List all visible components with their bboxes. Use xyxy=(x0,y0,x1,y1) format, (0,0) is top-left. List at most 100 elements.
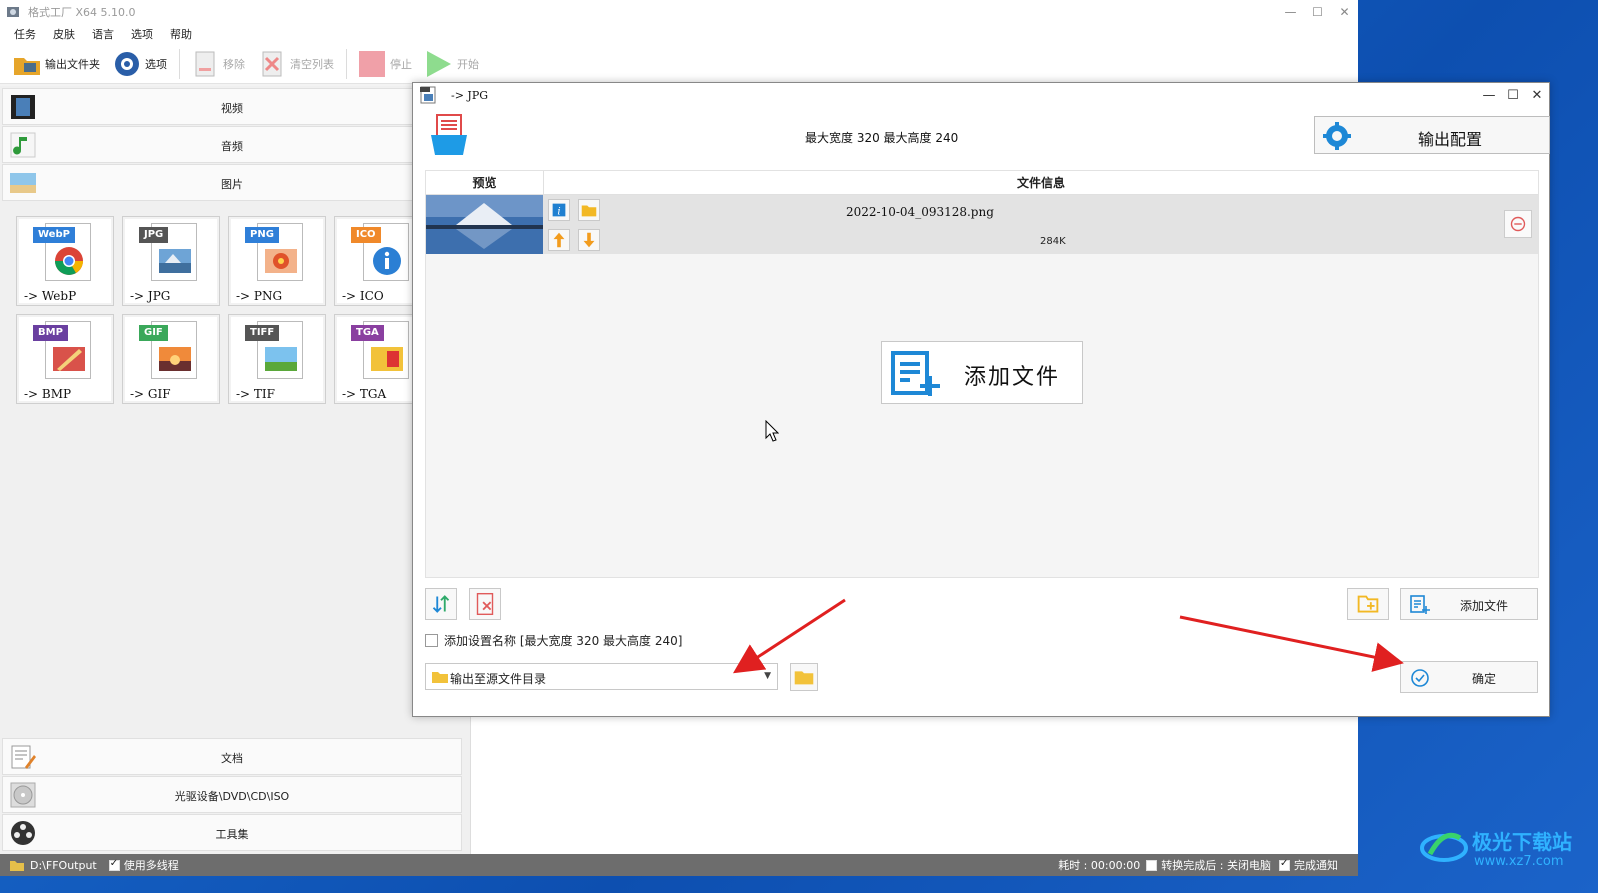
mouse-cursor-icon xyxy=(765,420,779,442)
dialog-maximize-icon[interactable]: ☐ xyxy=(1501,88,1525,103)
menu-help[interactable]: 帮助 xyxy=(170,26,192,42)
output-target-value: 输出至源文件目录 xyxy=(450,672,547,686)
ok-label: 确定 xyxy=(1471,672,1496,686)
main-window-title: 格式工厂 X64 5.10.0 xyxy=(28,6,136,19)
watermark-logo-icon xyxy=(1420,832,1468,862)
close-icon[interactable]: ✕ xyxy=(1331,5,1358,19)
output-target-select[interactable]: 输出至源文件目录 ▼ xyxy=(425,663,778,690)
folder-icon xyxy=(794,671,814,685)
maximize-icon[interactable]: ☐ xyxy=(1304,5,1331,19)
watermark-url: www.xz7.com xyxy=(1474,854,1564,869)
category-tools-label: 工具集 xyxy=(215,828,249,841)
remove-button[interactable]: 移除 xyxy=(190,49,245,79)
start-button[interactable]: 开始 xyxy=(424,49,479,79)
paint-brush-icon xyxy=(53,347,85,371)
dialog-title-bar: -> JPG — ☐ ✕ xyxy=(413,83,1549,107)
remove-label: 移除 xyxy=(223,57,245,71)
clear-list-button[interactable]: 清空列表 xyxy=(257,49,334,79)
category-audio[interactable]: 音频 xyxy=(2,126,462,163)
output-path[interactable]: D:\FFOutput xyxy=(30,859,97,872)
menu-options[interactable]: 选项 xyxy=(131,26,153,42)
options-button[interactable]: 选项 xyxy=(112,49,167,79)
svg-text:i: i xyxy=(557,207,560,218)
format-badge: ICO xyxy=(351,227,381,243)
file-list-icon xyxy=(431,114,467,155)
notify-label: 完成通知 xyxy=(1294,859,1338,872)
category-document[interactable]: 文档 xyxy=(2,738,462,775)
file-row[interactable]: i 2022-10-04_093128.png 284K xyxy=(426,195,1538,254)
add-file-icon xyxy=(891,351,940,396)
info-icon: i xyxy=(552,203,566,218)
multithread-checkbox[interactable] xyxy=(108,858,120,871)
sort-icon xyxy=(432,595,450,613)
category-document-label: 文档 xyxy=(221,752,243,765)
sort-button[interactable] xyxy=(425,588,457,620)
category-image[interactable]: 图片 xyxy=(2,164,462,201)
file-info-button[interactable]: i xyxy=(548,199,570,221)
add-file-large-button[interactable]: 添加文件 xyxy=(881,341,1083,404)
clear-list-icon xyxy=(476,592,494,616)
file-size: 284K xyxy=(1040,236,1066,247)
add-file-button[interactable]: 添加文件 xyxy=(1400,588,1538,620)
multithread-label: 使用多线程 xyxy=(123,859,179,872)
menu-task[interactable]: 任务 xyxy=(14,26,36,42)
multithread-toggle[interactable]: 使用多线程 xyxy=(108,857,179,873)
landscape-icon xyxy=(159,249,191,273)
output-config-button[interactable]: 输出配置 xyxy=(1314,116,1550,154)
format-tile-bmp[interactable]: BMP -> BMP xyxy=(16,314,114,404)
tga-image-icon xyxy=(371,347,403,371)
format-caption: -> TGA xyxy=(342,387,387,401)
browse-folder-button[interactable] xyxy=(790,663,818,691)
folder-icon xyxy=(432,672,448,683)
category-video[interactable]: 视频 xyxy=(2,88,462,125)
format-tile-tif[interactable]: TIFF -> TIF xyxy=(228,314,326,404)
output-config-label: 输出配置 xyxy=(1417,130,1482,149)
clear-files-button[interactable] xyxy=(469,588,501,620)
format-caption: -> PNG xyxy=(236,289,283,303)
format-badge: GIF xyxy=(139,325,168,341)
format-badge: BMP xyxy=(33,325,68,341)
remove-file-button[interactable] xyxy=(1504,210,1532,238)
format-tile-jpg[interactable]: JPG -> JPG xyxy=(122,216,220,306)
menu-language[interactable]: 语言 xyxy=(92,26,114,42)
dialog-minimize-icon[interactable]: — xyxy=(1477,88,1501,103)
stop-button[interactable]: 停止 xyxy=(357,49,412,79)
dialog-close-icon[interactable]: ✕ xyxy=(1525,88,1549,103)
play-icon xyxy=(427,50,451,77)
file-list-header: 预览 文件信息 xyxy=(426,171,1538,195)
add-folder-button[interactable] xyxy=(1347,588,1389,620)
dialog-header: 最大宽度 320 最大高度 240 输出配置 xyxy=(425,111,1550,163)
after-done-checkbox[interactable] xyxy=(1146,859,1158,871)
menu-bar: 任务 皮肤 语言 选项 帮助 xyxy=(0,24,1358,44)
add-file-icon xyxy=(1410,595,1430,614)
gear-icon xyxy=(1323,122,1351,150)
meadow-icon xyxy=(265,347,297,371)
add-setting-name-option[interactable]: 添加设置名称 [最大宽度 320 最大高度 240] xyxy=(425,632,682,649)
minus-circle-icon xyxy=(1510,216,1526,232)
menu-skin[interactable]: 皮肤 xyxy=(53,26,75,42)
ok-button[interactable]: 确定 xyxy=(1400,661,1538,693)
format-tile-gif[interactable]: GIF -> GIF xyxy=(122,314,220,404)
format-badge: WebP xyxy=(33,227,75,243)
output-folder-button[interactable]: 输出文件夹 xyxy=(12,49,100,79)
format-caption: -> BMP xyxy=(24,387,72,401)
toolbar-divider xyxy=(179,48,180,79)
stop-icon xyxy=(359,50,385,77)
open-folder-button[interactable] xyxy=(578,199,600,221)
category-tools[interactable]: 工具集 xyxy=(2,814,462,851)
move-up-button[interactable] xyxy=(548,229,570,251)
add-setting-name-checkbox[interactable] xyxy=(425,634,438,647)
format-tile-png[interactable]: PNG -> PNG xyxy=(228,216,326,306)
start-label: 开始 xyxy=(457,57,479,71)
format-badge: TGA xyxy=(351,325,384,341)
output-folder-label: 输出文件夹 xyxy=(45,57,100,71)
notify-checkbox[interactable] xyxy=(1279,858,1290,871)
remove-doc-icon xyxy=(195,51,215,76)
format-caption: -> WebP xyxy=(24,289,77,303)
folder-icon xyxy=(14,57,40,75)
move-down-button[interactable] xyxy=(578,229,600,251)
category-disc[interactable]: 光驱设备\DVD\CD\ISO xyxy=(2,776,462,813)
format-tile-webp[interactable]: WebP -> WebP xyxy=(16,216,114,306)
minimize-icon[interactable]: — xyxy=(1277,5,1304,19)
add-file-label: 添加文件 xyxy=(1459,599,1508,613)
